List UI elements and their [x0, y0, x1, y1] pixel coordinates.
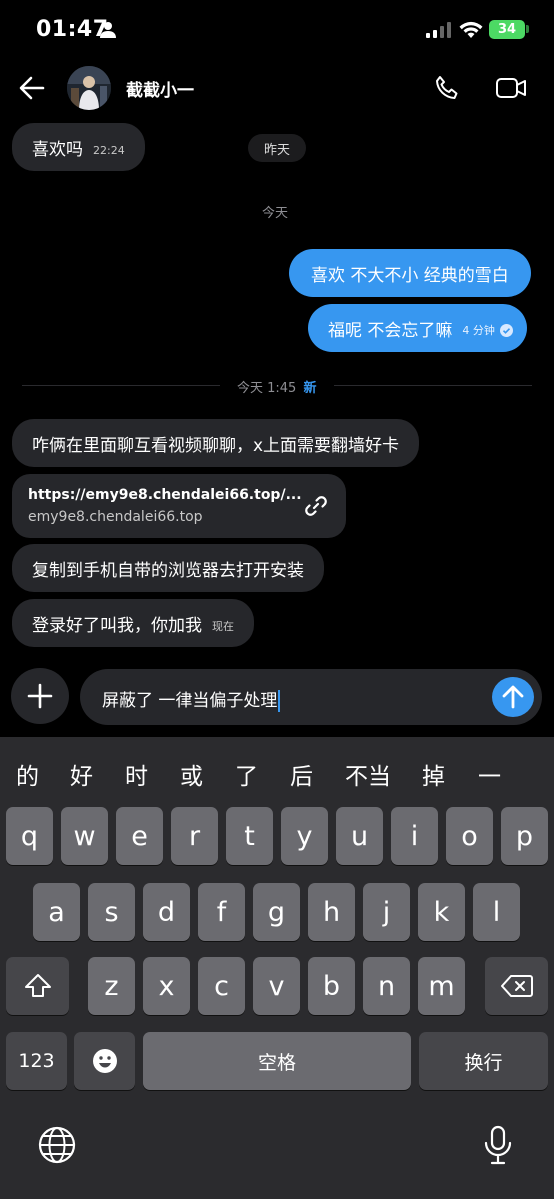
- seen-check-icon: [499, 323, 513, 337]
- message-text: 咋俩在里面聊互看视频聊聊，x上面需要翻墙好卡: [32, 435, 400, 456]
- message-input-value: 屏蔽了 一律当偏子处理: [102, 691, 278, 711]
- text-caret: [278, 690, 281, 712]
- key-l[interactable]: l: [473, 883, 520, 941]
- message-input[interactable]: 屏蔽了 一律当偏子处理: [80, 669, 542, 725]
- key-e[interactable]: e: [116, 807, 163, 865]
- message-time: 22:24: [93, 143, 125, 157]
- message-text: 复制到手机自带的浏览器去打开安装: [32, 560, 304, 581]
- message-bubble-outgoing[interactable]: 福呢 不会忘了嘛 4 分钟: [308, 304, 527, 352]
- shift-key[interactable]: [6, 957, 69, 1015]
- key-c[interactable]: c: [198, 957, 245, 1015]
- back-arrow-icon[interactable]: [18, 74, 46, 102]
- key-s[interactable]: s: [88, 883, 135, 941]
- key-p[interactable]: p: [501, 807, 548, 865]
- key-k[interactable]: k: [418, 883, 465, 941]
- candidate-word[interactable]: 掉: [422, 757, 445, 791]
- message-bubble-incoming[interactable]: 喜欢吗 22:24: [12, 123, 145, 171]
- candidate-word[interactable]: 不当: [345, 757, 391, 791]
- numbers-key[interactable]: 123: [6, 1032, 67, 1090]
- key-w[interactable]: w: [61, 807, 108, 865]
- message-bubble-incoming[interactable]: 复制到手机自带的浏览器去打开安装: [12, 544, 324, 592]
- send-arrow-icon: [502, 685, 524, 709]
- key-m[interactable]: m: [418, 957, 465, 1015]
- wifi-icon: [459, 21, 483, 38]
- divider-label: 今天 1:45: [237, 381, 297, 396]
- key-g[interactable]: g: [253, 883, 300, 941]
- phone-icon[interactable]: [433, 74, 461, 102]
- battery-indicator: 34: [489, 20, 525, 39]
- date-label-today: 今天: [262, 206, 289, 221]
- battery-cap: [526, 25, 529, 33]
- contact-name[interactable]: 截截小一: [126, 76, 194, 101]
- delete-key[interactable]: [485, 957, 548, 1015]
- new-label: 新: [303, 381, 317, 396]
- return-key[interactable]: 换行: [419, 1032, 548, 1090]
- candidate-word[interactable]: 了: [235, 757, 258, 791]
- divider-line-right: [334, 385, 532, 386]
- divider-line-left: [22, 385, 220, 386]
- candidate-word[interactable]: 或: [180, 757, 203, 791]
- candidate-word[interactable]: 时: [125, 757, 148, 791]
- message-text: 登录好了叫我，你加我: [32, 615, 202, 636]
- candidate-word[interactable]: 后: [290, 757, 313, 791]
- key-j[interactable]: j: [363, 883, 410, 941]
- key-t[interactable]: t: [226, 807, 273, 865]
- signal-icon: [426, 22, 451, 38]
- key-n[interactable]: n: [363, 957, 410, 1015]
- key-r[interactable]: r: [171, 807, 218, 865]
- delete-icon: [500, 975, 533, 997]
- key-f[interactable]: f: [198, 883, 245, 941]
- message-text: 喜欢 不大不小 经典的雪白: [311, 265, 509, 286]
- candidate-word[interactable]: 的: [16, 757, 39, 791]
- send-button[interactable]: [492, 677, 534, 717]
- key-a[interactable]: a: [33, 883, 80, 941]
- mic-icon[interactable]: [483, 1125, 513, 1165]
- message-bubble-outgoing[interactable]: 喜欢 不大不小 经典的雪白: [289, 249, 531, 297]
- key-i[interactable]: i: [391, 807, 438, 865]
- key-v[interactable]: v: [253, 957, 300, 1015]
- message-text: 福呢 不会忘了嘛: [328, 320, 453, 341]
- space-key[interactable]: 空格: [143, 1032, 411, 1090]
- emoji-key[interactable]: [74, 1032, 135, 1090]
- message-bubble-incoming[interactable]: 登录好了叫我，你加我 现在: [12, 599, 254, 647]
- date-pill-yesterday: 昨天: [248, 134, 306, 162]
- new-messages-divider: 今天 1:45 新: [237, 377, 316, 396]
- add-attachment-button[interactable]: [11, 668, 69, 724]
- key-z[interactable]: z: [88, 957, 135, 1015]
- person-icon: [100, 22, 116, 38]
- keyboard: 的 好 时 或 了 后 不当 掉 一 q w e r t y u i o p a…: [0, 737, 554, 1199]
- key-q[interactable]: q: [6, 807, 53, 865]
- video-icon[interactable]: [495, 74, 527, 102]
- candidate-word[interactable]: 好: [70, 757, 93, 791]
- message-bubble-incoming[interactable]: 咋俩在里面聊互看视频聊聊，x上面需要翻墙好卡: [12, 419, 420, 467]
- emoji-icon: [92, 1049, 117, 1073]
- key-y[interactable]: y: [281, 807, 328, 865]
- message-time: 现在: [212, 620, 234, 633]
- message-input-text[interactable]: 屏蔽了 一律当偏子处理: [102, 686, 281, 712]
- key-o[interactable]: o: [446, 807, 493, 865]
- avatar[interactable]: [67, 66, 111, 110]
- key-b[interactable]: b: [308, 957, 355, 1015]
- key-d[interactable]: d: [143, 883, 190, 941]
- globe-icon[interactable]: [37, 1125, 77, 1165]
- key-u[interactable]: u: [336, 807, 383, 865]
- message-text: 喜欢吗: [32, 139, 83, 160]
- link-icon: [305, 496, 327, 516]
- candidate-word[interactable]: 一: [478, 757, 501, 791]
- link-preview-card[interactable]: https://emy9e8.chendalei66.top/... emy9e…: [12, 474, 346, 538]
- message-time: 4 分钟: [462, 324, 495, 337]
- key-h[interactable]: h: [308, 883, 355, 941]
- link-host: emy9e8.chendalei66.top: [28, 509, 203, 525]
- shift-icon: [24, 974, 51, 997]
- key-x[interactable]: x: [143, 957, 190, 1015]
- status-time: 01:47: [36, 17, 109, 42]
- link-url: https://emy9e8.chendalei66.top/...: [28, 487, 302, 503]
- plus-icon: [27, 683, 53, 709]
